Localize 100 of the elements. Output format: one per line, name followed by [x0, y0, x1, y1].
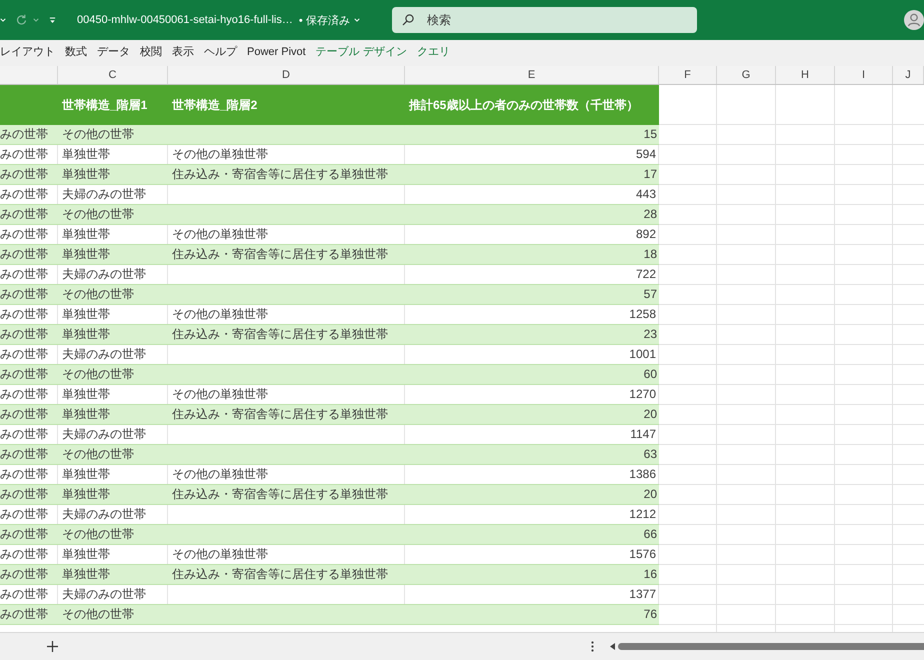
customize-icon[interactable]: [49, 16, 56, 24]
table-cell-text: 単独世帯: [61, 566, 111, 583]
table-cell-text: 20: [642, 406, 658, 423]
table-cell-text: その他の世帯: [61, 526, 135, 543]
table-cell: みの世帯: [0, 265, 58, 284]
table-cell-text: その他の世帯: [61, 206, 135, 223]
search-field[interactable]: 検索: [392, 7, 697, 33]
table-cell-text: 16: [642, 566, 658, 583]
column-header[interactable]: C: [58, 66, 168, 84]
table-cell: その他の単独世帯: [168, 145, 405, 164]
table-cell: 夫婦のみの世帯: [58, 345, 168, 364]
column-header[interactable]: I: [835, 66, 893, 84]
ribbon-tab[interactable]: 表示: [172, 41, 194, 65]
table-cell-text: 60: [642, 366, 658, 383]
more-icon[interactable]: [591, 641, 594, 652]
table-cell-text: その他の世帯: [61, 606, 135, 623]
table-cell-text: 57: [642, 286, 658, 303]
search-icon: [402, 14, 414, 26]
table-cell-text: 18: [642, 246, 658, 263]
table-cell: 単独世帯: [58, 545, 168, 564]
caret-icon[interactable]: [33, 18, 39, 22]
table-cell: 夫婦のみの世帯: [58, 425, 168, 444]
table-cell: 単独世帯: [58, 225, 168, 244]
ribbon-tab[interactable]: ヘルプ: [204, 41, 237, 65]
table-cell-text: 28: [642, 206, 658, 223]
table-cell-text: みの世帯: [0, 246, 49, 263]
table-cell-text: 単独世帯: [61, 406, 111, 423]
table-cell-text: みの世帯: [0, 286, 49, 303]
column-header[interactable]: D: [168, 66, 405, 84]
ribbon-tab[interactable]: データ: [97, 41, 130, 65]
table-cell-text: 単独世帯: [61, 246, 111, 263]
table-cell-text: 15: [642, 126, 658, 143]
table-cell-text: 20: [642, 486, 658, 503]
table-cell-text: みの世帯: [0, 206, 49, 223]
table-cell: みの世帯: [0, 345, 58, 364]
table-cell: 単独世帯: [58, 385, 168, 404]
table-cell: みの世帯: [0, 385, 58, 404]
ribbon-tab[interactable]: Power Pivot: [247, 41, 306, 65]
caret-icon[interactable]: [354, 18, 360, 22]
table-cell: みの世帯: [0, 225, 58, 244]
table-cell-text: 住み込み・寄宿舎等に居住する単独世帯: [171, 566, 389, 583]
table-cell: 夫婦のみの世帯: [58, 585, 168, 604]
ribbon-tab[interactable]: テーブル デザイン: [316, 41, 407, 65]
table-cell: 単独世帯: [58, 465, 168, 484]
column-header[interactable]: H: [776, 66, 835, 84]
table-cell-text: みの世帯: [0, 486, 49, 503]
table-cell-text: 住み込み・寄宿舎等に居住する単独世帯: [171, 486, 389, 503]
table-cell: 単独世帯: [58, 305, 168, 324]
table-cell: みの世帯: [0, 185, 58, 204]
table-cell-text: その他の世帯: [61, 446, 135, 463]
table-cell-text: みの世帯: [0, 526, 49, 543]
ribbon-tab[interactable]: 数式: [65, 41, 87, 65]
table-cell-text: 住み込み・寄宿舎等に居住する単独世帯: [171, 326, 389, 343]
table-cell: その他の単独世帯: [168, 385, 405, 404]
column-header[interactable]: G: [717, 66, 776, 84]
table-cell-text: その他の世帯: [61, 126, 135, 143]
table-cell: みの世帯: [0, 305, 58, 324]
ribbon-tab[interactable]: クエリ: [416, 41, 450, 65]
table-cell: その他の単独世帯: [168, 225, 405, 244]
table-cell-text: みの世帯: [0, 446, 49, 463]
table-cell-text: その他の世帯: [61, 366, 135, 383]
scroll-left-icon[interactable]: [610, 643, 615, 650]
table-cell: 夫婦のみの世帯: [58, 185, 168, 204]
table-cell-text: 63: [642, 446, 658, 463]
table-cell-text: 17: [642, 166, 658, 183]
table-cell-text: 単独世帯: [61, 326, 111, 343]
document-title[interactable]: 00450-mhlw-00450061-setai-hyo16-full-lis…: [77, 14, 293, 26]
table-cell: 夫婦のみの世帯: [58, 505, 168, 524]
avatar-icon[interactable]: [904, 10, 924, 30]
table-cell: 夫婦のみの世帯: [58, 265, 168, 284]
table-cell: みの世帯: [0, 425, 58, 444]
table-cell-text: みの世帯: [0, 326, 49, 343]
table-cell-text: みの世帯: [0, 166, 49, 183]
ribbon-tab[interactable]: レイアウト: [0, 41, 55, 65]
plus-icon[interactable]: [47, 641, 58, 652]
table-cell-text: みの世帯: [0, 566, 49, 583]
table-cell-text: 76: [642, 606, 658, 623]
table-cell-text: 単独世帯: [61, 166, 111, 183]
table-cell-text: 住み込み・寄宿舎等に居住する単独世帯: [171, 166, 389, 183]
column-header[interactable]: E: [405, 66, 659, 84]
column-header[interactable]: F: [659, 66, 717, 84]
table-cell-text: みの世帯: [0, 606, 49, 623]
table-cell-text: 単独世帯: [61, 486, 111, 503]
column-header[interactable]: J: [893, 66, 924, 84]
caret-icon[interactable]: [0, 18, 6, 22]
table-cell: みの世帯: [0, 465, 58, 484]
table-cell-text: 住み込み・寄宿舎等に居住する単独世帯: [171, 406, 389, 423]
table-cell-text: その他の世帯: [61, 286, 135, 303]
table-cell: その他の単独世帯: [168, 465, 405, 484]
table-cell: みの世帯: [0, 505, 58, 524]
table-cell: みの世帯: [0, 585, 58, 604]
table-cell-text: 住み込み・寄宿舎等に居住する単独世帯: [171, 246, 389, 263]
table-cell: その他の単独世帯: [168, 545, 405, 564]
table-cell: みの世帯: [0, 145, 58, 164]
ribbon-tab[interactable]: 校閲: [140, 41, 162, 65]
save-status[interactable]: • 保存済み: [298, 12, 350, 28]
scrollbar-thumb[interactable]: [618, 643, 924, 650]
table-cell-text: みの世帯: [0, 366, 49, 383]
table-cell-text: 23: [642, 326, 658, 343]
table-cell: その他の単独世帯: [168, 305, 405, 324]
